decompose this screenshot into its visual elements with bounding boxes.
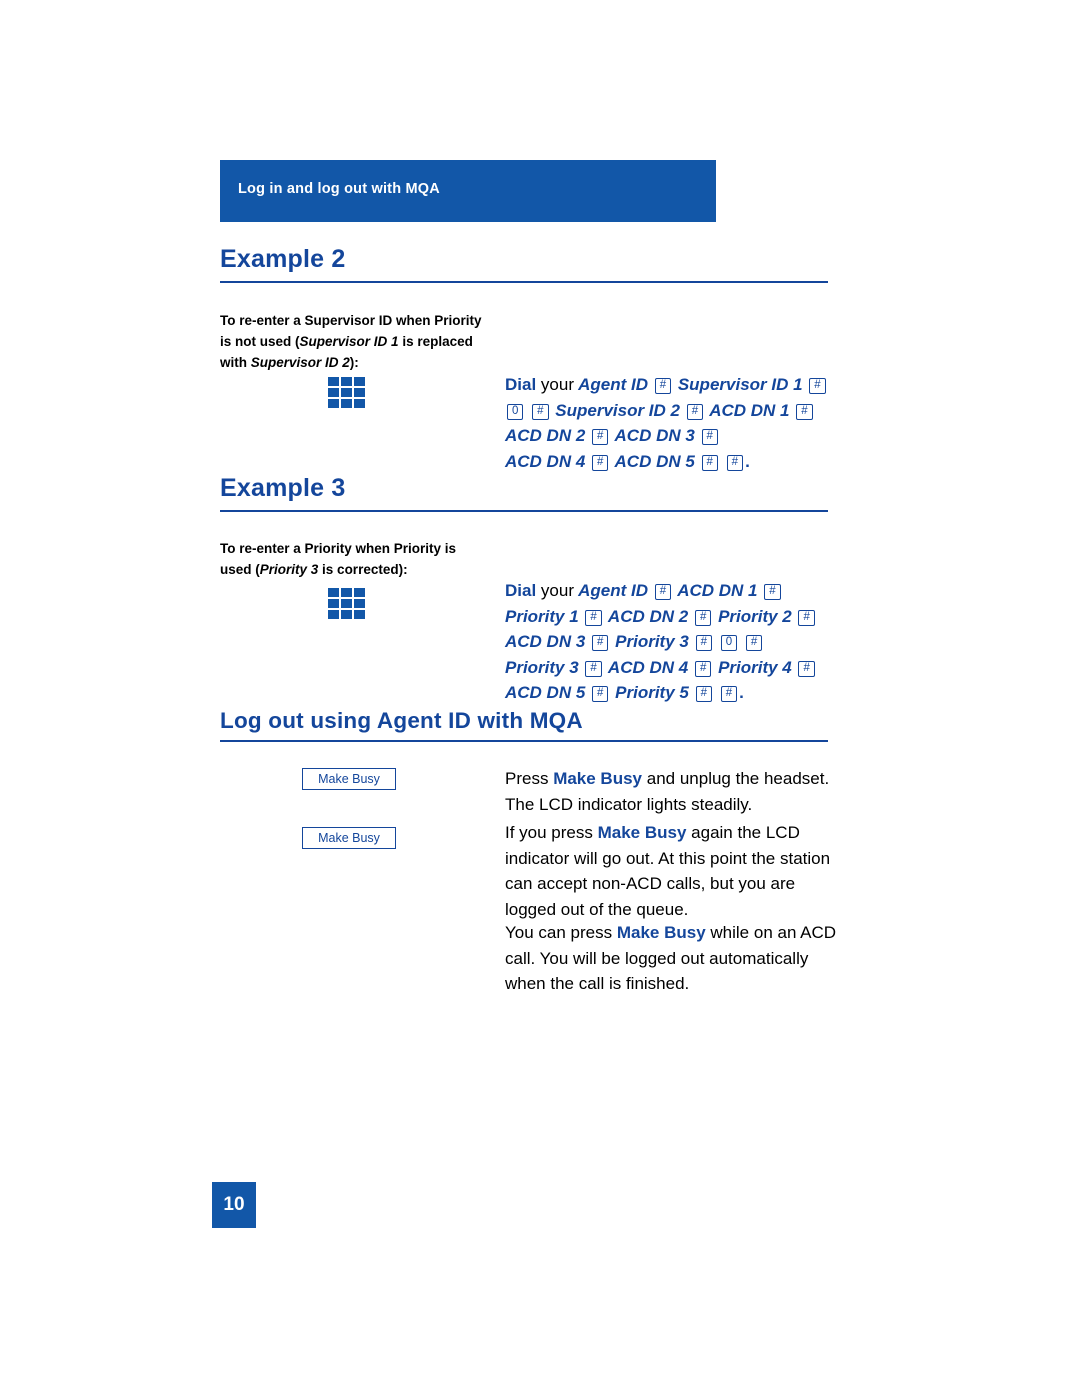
heading-example-2: Example 2 [220,245,346,273]
instruction-line: 0 # Supervisor ID 2 # ACD DN 1 # [505,398,905,424]
instruction-line: ACD DN 5 # Priority 5 # #. [505,683,744,702]
heading-rule-example-3 [220,510,828,512]
instruction-line: ACD DN 2 # ACD DN 3 # [505,423,905,449]
logout-paragraph-2: If you press Make Busy again the LCD ind… [505,823,831,919]
banner-title: Log in and log out with MQA [238,181,440,197]
heading-example-3: Example 3 [220,474,346,502]
instruction-line: ACD DN 4 # ACD DN 5 # #. [505,451,750,471]
instruction-line: Priority 1 # ACD DN 2 # Priority 2 # [505,604,905,630]
document-page: Log in and log out with MQA Example 2 To… [0,0,1080,1397]
page-number: 10 [212,1182,256,1228]
heading-rule-log-out [220,740,828,742]
logout-paragraph-1: Press Make Busy and unplug the headset. … [505,769,830,814]
make-busy-softkey[interactable]: Make Busy [302,768,396,790]
section-banner: Log in and log out with MQA [220,160,716,222]
make-busy-softkey[interactable]: Make Busy [302,827,396,849]
instructions-example-2: Dial your Agent ID # Supervisor ID 1 # 0… [505,372,905,474]
keypad-icon [328,377,372,417]
heading-rule-example-2 [220,281,828,283]
description-example-2: To re-enter a Supervisor ID when Priorit… [220,313,482,370]
keypad-icon [328,588,372,628]
logout-paragraph-3: You can press Make Busy while on an ACD … [505,923,837,993]
instruction-line: Dial your Agent ID # Supervisor ID 1 # [505,372,905,398]
instruction-line: Priority 3 # ACD DN 4 # Priority 4 # [505,655,905,681]
heading-log-out: Log out using Agent ID with MQA [220,708,583,733]
description-example-3: To re-enter a Priority when Priority is … [220,541,457,577]
instructions-example-3: Dial your Agent ID # ACD DN 1 # Priority… [505,578,905,706]
instruction-line: Dial your Agent ID # ACD DN 1 # [505,578,905,604]
instruction-line: ACD DN 3 # Priority 3 # 0 # [505,629,905,655]
